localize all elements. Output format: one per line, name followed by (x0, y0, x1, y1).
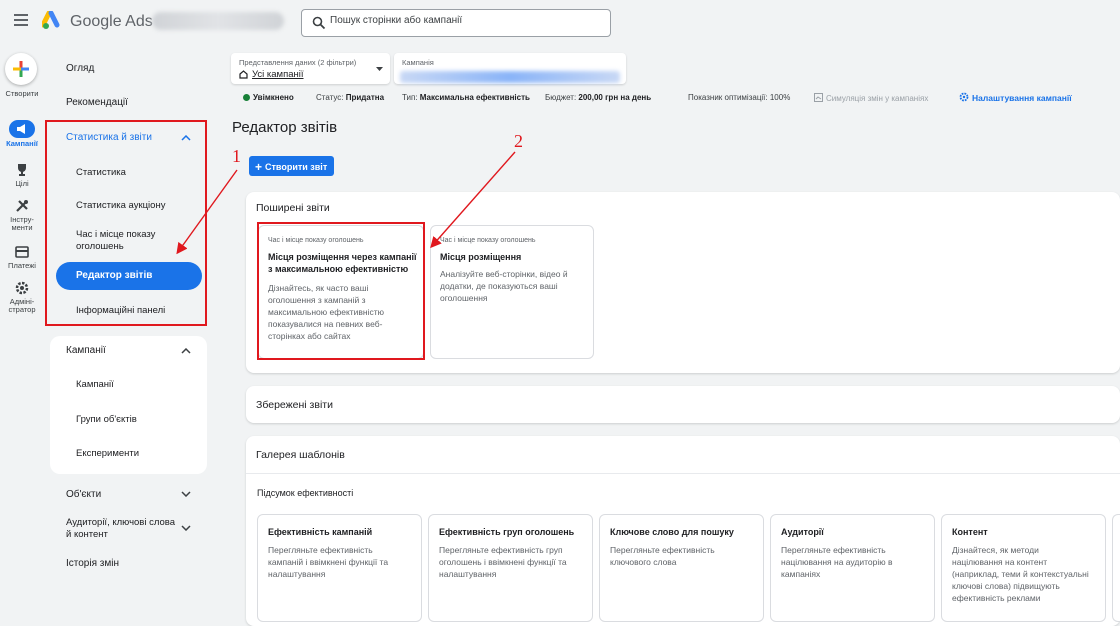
status-eligibility: Статус: Придатна (316, 93, 385, 102)
view-filter-value[interactable]: Усі кампанії (252, 69, 304, 80)
rail-item-admin[interactable]: Адміні-стратор (0, 280, 44, 314)
rail-item-tools[interactable]: Інстру-менти (0, 198, 44, 232)
report-card-placements[interactable]: Час і місце показу оголошень Місця розмі… (430, 225, 594, 359)
performance-summary-label: Підсумок ефективності (257, 488, 354, 498)
saved-reports-card[interactable]: Збережені звіти (246, 386, 1120, 423)
nav-change-history[interactable]: Історія змін (66, 558, 119, 569)
status-dot-icon (243, 94, 250, 101)
status-enabled[interactable]: Увімкнено (243, 93, 294, 102)
template-card-campaign-performance[interactable]: Ефективність кампаній Перегляньте ефекти… (257, 514, 422, 622)
chevron-down-icon[interactable] (181, 525, 191, 531)
view-filter-label: Представлення даних (2 фільтри) (239, 58, 357, 67)
product-name: Google Ads (70, 13, 153, 30)
campaign-chip[interactable]: Кампанія (394, 53, 626, 84)
google-ads-logo-icon (42, 11, 60, 29)
billing-icon (15, 246, 29, 258)
common-reports-title: Поширені звіти (256, 202, 330, 214)
create-report-button[interactable]: + Створити звіт (249, 156, 334, 176)
create-button[interactable] (5, 53, 37, 85)
nav-item-asset-groups[interactable]: Групи об'єктів (76, 414, 137, 426)
template-card-ad-group-performance[interactable]: Ефективність груп оголошень Перегляньте … (428, 514, 593, 622)
campaign-label: Кампанія (402, 58, 434, 67)
search-icon (312, 16, 326, 30)
rail-item-campaigns[interactable]: Кампанії (0, 120, 44, 148)
plus-icon (13, 61, 29, 77)
gear-icon (959, 92, 969, 102)
template-card-search-keyword[interactable]: Ключове слово для пошуку Перегляньте ефе… (599, 514, 764, 622)
nav-group-campaigns[interactable]: Кампанії (66, 345, 106, 356)
campaign-budget: Бюджет: 200,00 грн на день (545, 93, 652, 102)
gear-icon (15, 281, 29, 295)
annotation-number-2: 2 (514, 131, 523, 151)
create-label: Створити (5, 89, 39, 98)
campaign-type: Тип: Максимальна ефективність (402, 93, 530, 102)
nav-group-campaigns-card: Кампанії Кампанії Групи об'єктів Експери… (50, 336, 207, 474)
template-card-partial[interactable] (1112, 514, 1120, 622)
trophy-icon (18, 164, 26, 176)
megaphone-icon (17, 124, 25, 134)
top-bar: Google Ads (0, 0, 1120, 46)
simulation-link: Симуляція змін у кампаніях (814, 93, 928, 103)
optimization-score[interactable]: Показник оптимізації: 100% (688, 93, 790, 102)
campaign-name-redacted (400, 71, 620, 83)
tools-icon (16, 200, 28, 212)
left-rail: Створити Кампанії Цілі Інстру-менти Плат… (0, 46, 44, 626)
chevron-up-icon[interactable] (181, 348, 191, 354)
annotation-box-2 (257, 222, 425, 360)
chart-icon (814, 93, 823, 102)
nav-recommendations[interactable]: Рекомендації (66, 97, 128, 108)
rail-item-goals[interactable]: Цілі (0, 162, 44, 188)
plus-icon: + (255, 160, 263, 174)
annotation-box-1 (45, 120, 207, 326)
template-gallery-title: Галерея шаблонів (256, 449, 345, 461)
account-name-redacted (152, 12, 284, 30)
search-input[interactable] (330, 15, 600, 26)
nav-item-experiments[interactable]: Експерименти (76, 448, 139, 460)
dropdown-arrow-icon[interactable] (376, 67, 383, 71)
nav-overview[interactable]: Огляд (66, 63, 94, 74)
rail-item-billing[interactable]: Платежі (0, 244, 44, 270)
view-filter-chip[interactable]: Представлення даних (2 фільтри) Усі камп… (231, 53, 390, 84)
template-card-audiences[interactable]: Аудиторії Перегляньте ефективність націлю… (770, 514, 935, 622)
template-card-content[interactable]: Контент Дізнайтеся, як методи націлювання… (941, 514, 1106, 622)
nav-audiences[interactable]: Аудиторії, ключові слова й контент (66, 517, 176, 541)
home-icon (239, 70, 248, 79)
search-box[interactable] (301, 9, 611, 37)
nav-assets[interactable]: Об'єкти (66, 489, 101, 500)
saved-reports-title: Збережені звіти (256, 399, 333, 411)
nav-item-campaigns[interactable]: Кампанії (76, 379, 114, 391)
divider (246, 473, 1120, 474)
menu-icon[interactable] (14, 14, 28, 26)
page-title: Редактор звітів (232, 119, 338, 136)
chevron-down-icon[interactable] (181, 491, 191, 497)
annotation-number-1: 1 (232, 146, 241, 166)
campaign-settings-link[interactable]: Налаштування кампанії (959, 92, 1072, 103)
